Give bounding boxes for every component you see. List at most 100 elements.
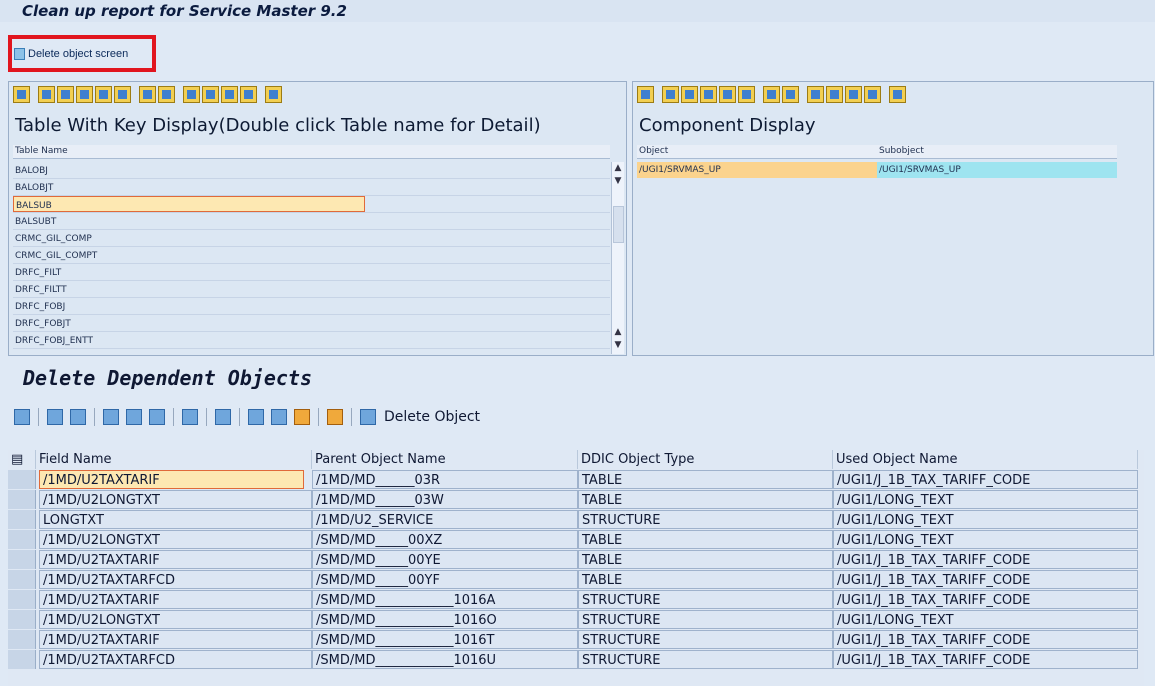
component-header: Object Subobject bbox=[637, 145, 1117, 159]
table-row[interactable]: /1MD/U2TAXTARIF /SMD/MD____________1016A… bbox=[8, 590, 1144, 609]
table-name-header: Table Name bbox=[13, 145, 610, 159]
table-row[interactable]: CRMC_GIL_COMPT bbox=[13, 247, 610, 264]
details-icon[interactable] bbox=[13, 86, 30, 103]
table-row[interactable]: BALSUBT bbox=[13, 213, 610, 230]
print-icon[interactable] bbox=[183, 86, 200, 103]
sort-descending-icon[interactable] bbox=[57, 86, 74, 103]
table-row[interactable]: DRFC_FOBJ bbox=[13, 298, 610, 315]
delete-object-screen-button[interactable]: Delete object screen bbox=[14, 45, 128, 63]
row-selector[interactable] bbox=[8, 550, 36, 569]
table-row[interactable]: DRFC_FILTT bbox=[13, 281, 610, 298]
dependent-objects-table: ▤ Field Name Parent Object Name DDIC Obj… bbox=[8, 450, 1144, 686]
deselect-all-icon[interactable] bbox=[70, 409, 86, 425]
row-selector[interactable] bbox=[8, 490, 36, 509]
scroll-down-icon[interactable]: ▼ bbox=[612, 175, 624, 187]
details-icon[interactable] bbox=[637, 86, 654, 103]
row-selector[interactable] bbox=[8, 530, 36, 549]
table-row[interactable]: /1MD/U2TAXTARFCD /SMD/MD____________1016… bbox=[8, 650, 1144, 669]
find-icon[interactable] bbox=[700, 86, 717, 103]
parent-object-header: Parent Object Name bbox=[312, 450, 578, 469]
table-row[interactable]: DRFC_FOBJ_ENTT bbox=[13, 332, 610, 349]
component-display-title: Component Display bbox=[639, 115, 816, 136]
filter-icon[interactable] bbox=[114, 86, 131, 103]
ddic-type-header: DDIC Object Type bbox=[578, 450, 833, 469]
table-row[interactable]: /1MD/U2LONGTXT /SMD/MD____________1016O … bbox=[8, 610, 1144, 629]
sort-ascending-icon[interactable] bbox=[662, 86, 679, 103]
table-row[interactable]: /1MD/U2LONGTXT /1MD/MD______03W TABLE /U… bbox=[8, 490, 1144, 509]
layout-icon[interactable] bbox=[864, 86, 881, 103]
table-icon[interactable] bbox=[271, 409, 287, 425]
row-selector[interactable] bbox=[8, 610, 36, 629]
window-title: Clean up report for Service Master 9.2 bbox=[22, 2, 347, 20]
table-row[interactable]: BALOBJ bbox=[13, 162, 610, 179]
table-row-selected[interactable]: BALSUB bbox=[13, 196, 610, 213]
left-table-pane: Table With Key Display(Double click Tabl… bbox=[8, 81, 627, 356]
find-next-icon[interactable] bbox=[95, 86, 112, 103]
subtotal-icon[interactable] bbox=[782, 86, 799, 103]
views-icon[interactable] bbox=[202, 86, 219, 103]
sum-icon[interactable] bbox=[763, 86, 780, 103]
table-header: ▤ Field Name Parent Object Name DDIC Obj… bbox=[8, 450, 1144, 469]
sort-descending-icon[interactable] bbox=[681, 86, 698, 103]
details-icon[interactable] bbox=[14, 409, 30, 425]
component-display-pane: Component Display Object Subobject /UGI1… bbox=[632, 81, 1154, 356]
filter-icon[interactable] bbox=[149, 409, 165, 425]
field-name-header: Field Name bbox=[36, 450, 312, 469]
table-row[interactable]: BALOBJT bbox=[13, 179, 610, 196]
export-icon[interactable] bbox=[215, 409, 231, 425]
export-icon[interactable] bbox=[845, 86, 862, 103]
section-title: Delete Dependent Objects bbox=[23, 366, 312, 390]
table-row[interactable]: DRFC_FILT bbox=[13, 264, 610, 281]
export-icon[interactable] bbox=[221, 86, 238, 103]
table-row[interactable]: /1MD/U2TAXTARIF /1MD/MD______03R TABLE /… bbox=[8, 470, 1144, 489]
object-cell[interactable]: /UGI1/SRVMAS_UP bbox=[637, 162, 877, 178]
layout-icon[interactable] bbox=[327, 409, 343, 425]
scroll-up-icon[interactable]: ▲ bbox=[612, 326, 624, 338]
title-bar: Clean up report for Service Master 9.2 bbox=[0, 0, 1155, 22]
row-selector[interactable] bbox=[8, 650, 36, 669]
chart-icon[interactable] bbox=[294, 409, 310, 425]
delete-object-icon[interactable] bbox=[360, 409, 376, 425]
sort-ascending-icon[interactable] bbox=[38, 86, 55, 103]
row-selector[interactable] bbox=[8, 470, 36, 489]
sort-ascending-icon[interactable] bbox=[103, 409, 119, 425]
find-icon[interactable] bbox=[76, 86, 93, 103]
vertical-scrollbar[interactable]: ▲ ▼ ▲ ▼ bbox=[611, 162, 624, 354]
graphic-icon[interactable] bbox=[889, 86, 906, 103]
subtotal-icon[interactable] bbox=[158, 86, 175, 103]
table-row[interactable]: /1MD/U2TAXTARIF /SMD/MD____________1016T… bbox=[8, 630, 1144, 649]
delete-object-screen-label: Delete object screen bbox=[28, 48, 129, 60]
right-alv-toolbar bbox=[637, 86, 906, 103]
table-row[interactable]: LONGTXT /1MD/U2_SERVICE STRUCTURE /UGI1/… bbox=[8, 510, 1144, 529]
layout-icon[interactable] bbox=[240, 86, 257, 103]
scroll-thumb[interactable] bbox=[613, 206, 624, 243]
table-row[interactable]: /1MD/U2TAXTARFCD /SMD/MD_____00YF TABLE … bbox=[8, 570, 1144, 589]
print-preview-icon[interactable] bbox=[182, 409, 198, 425]
subobject-cell[interactable]: /UGI1/SRVMAS_UP bbox=[877, 162, 1117, 178]
dependent-objects-toolbar: Delete Object bbox=[14, 405, 480, 429]
used-object-header: Used Object Name bbox=[833, 450, 1138, 469]
views-icon[interactable] bbox=[248, 409, 264, 425]
row-selector[interactable] bbox=[8, 590, 36, 609]
sum-icon[interactable] bbox=[139, 86, 156, 103]
table-row[interactable]: DRFC_FOBJT bbox=[13, 315, 610, 332]
select-all-cell[interactable]: ▤ bbox=[8, 450, 36, 469]
row-selector[interactable] bbox=[8, 570, 36, 589]
filter-icon[interactable] bbox=[738, 86, 755, 103]
column-select-icon: ▤ bbox=[11, 452, 24, 467]
graphic-icon[interactable] bbox=[265, 86, 282, 103]
views-icon[interactable] bbox=[826, 86, 843, 103]
table-row[interactable]: /1MD/U2TAXTARIF /SMD/MD_____00YE TABLE /… bbox=[8, 550, 1144, 569]
scroll-down-icon[interactable]: ▼ bbox=[612, 339, 624, 351]
sort-descending-icon[interactable] bbox=[126, 409, 142, 425]
print-icon[interactable] bbox=[807, 86, 824, 103]
scroll-up-icon[interactable]: ▲ bbox=[612, 162, 624, 174]
left-alv-toolbar bbox=[13, 86, 282, 103]
row-selector[interactable] bbox=[8, 510, 36, 529]
table-row[interactable]: /1MD/U2LONGTXT /SMD/MD_____00XZ TABLE /U… bbox=[8, 530, 1144, 549]
find-next-icon[interactable] bbox=[719, 86, 736, 103]
row-selector[interactable] bbox=[8, 630, 36, 649]
table-row[interactable]: CRMC_GIL_COMP bbox=[13, 230, 610, 247]
delete-object-label[interactable]: Delete Object bbox=[384, 409, 480, 425]
select-all-icon[interactable] bbox=[47, 409, 63, 425]
